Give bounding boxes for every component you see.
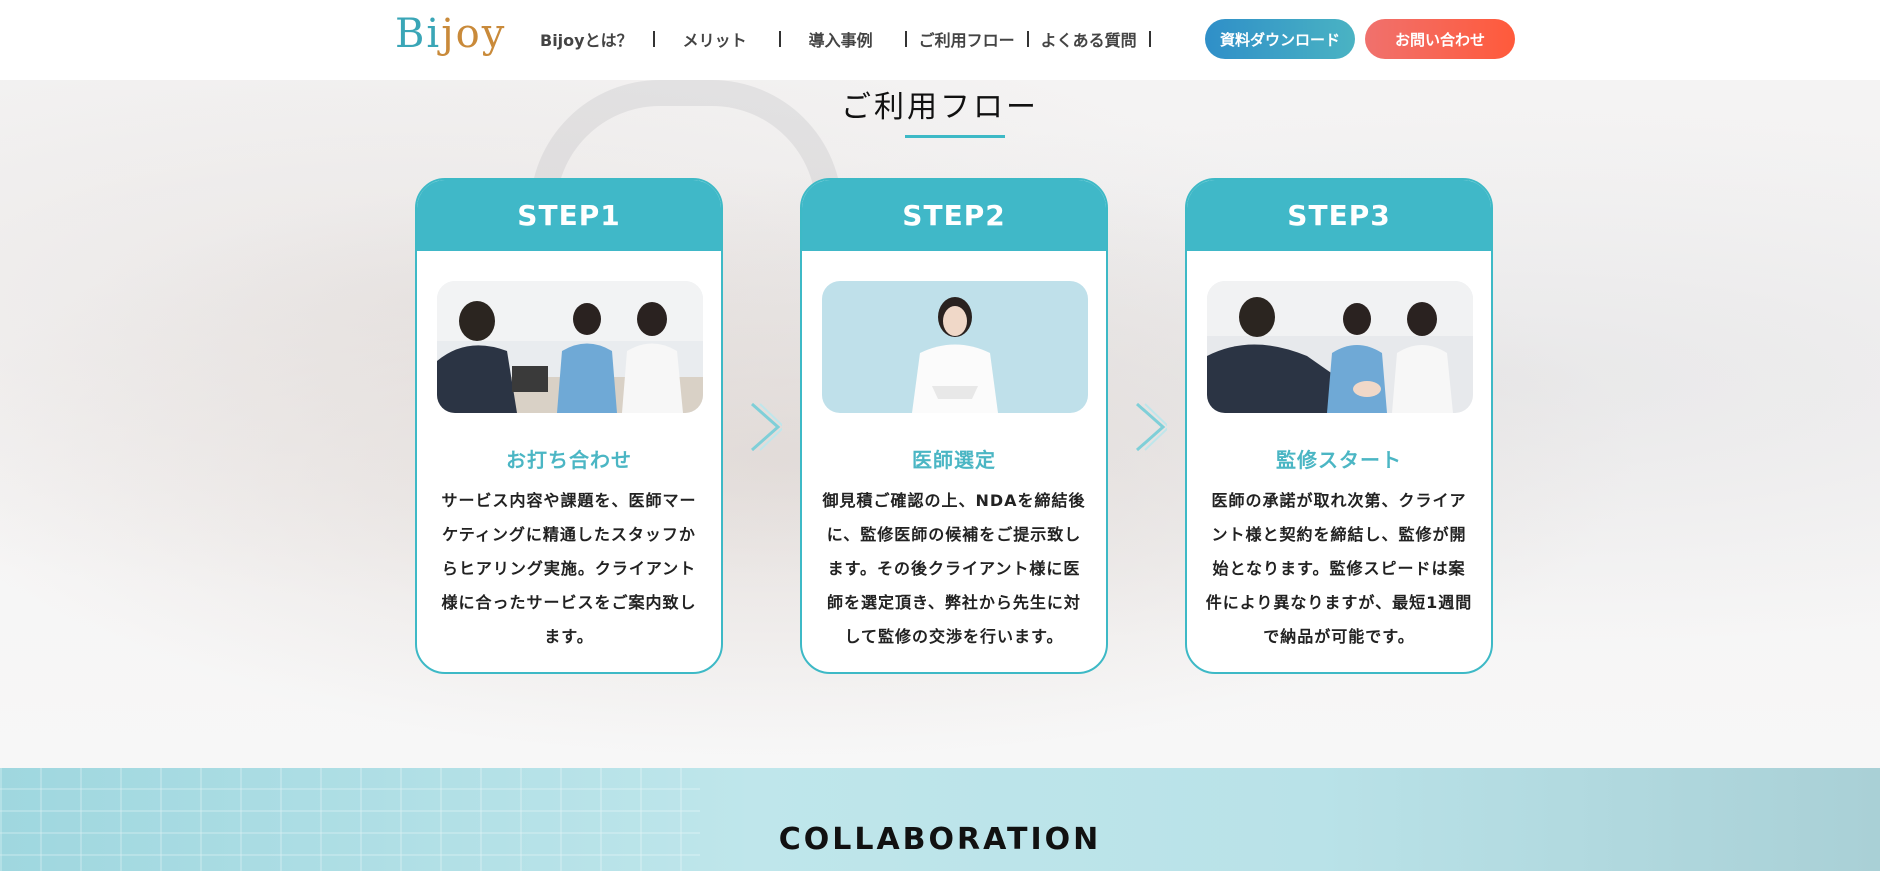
nav-item-merit[interactable]: メリット — [683, 27, 747, 51]
step-subtitle: お打ち合わせ — [506, 448, 632, 472]
nav-divider — [904, 31, 907, 47]
site-header: Bijoy Bijoyとは？ メリット 導入事例 ご利用フロー よくある質問 資… — [0, 0, 1880, 80]
doctor-photo — [822, 281, 1088, 413]
step-description: サービス内容や課題を、医師マーケティングに精通したスタッフからヒアリング実施。ク… — [441, 491, 697, 646]
nav-item-flow[interactable]: ご利用フロー — [919, 27, 1015, 51]
step-description: 医師の承諾が取れ次第、クライアント様と契約を締結し、監修が開始となります。監修ス… — [1205, 491, 1473, 646]
logo[interactable]: Bijoy — [395, 6, 507, 62]
nav-item-faq[interactable]: よくある質問 — [1041, 27, 1137, 51]
download-button[interactable]: 資料ダウンロード — [1205, 19, 1355, 59]
step-description: 御見積ご確認の上、NDAを締結後に、監修医師の候補をご提示致します。その後クライ… — [822, 491, 1086, 646]
nav-divider — [778, 31, 781, 47]
chevron-right-icon — [1136, 402, 1167, 452]
nav-item-about[interactable]: Bijoyとは？ — [540, 27, 633, 51]
step-label: STEP1 — [417, 180, 721, 251]
step-card-3: STEP3 監修スタート 医師の承諾が取れ次第、クライアント様と契約を締結し、監… — [1185, 178, 1493, 674]
step-subtitle: 医師選定 — [912, 448, 996, 472]
logo-text: Bijoy — [395, 11, 507, 57]
handshake-photo — [1207, 281, 1473, 413]
title-underline — [905, 135, 1005, 138]
nav-divider — [1026, 31, 1029, 47]
step-label: STEP3 — [1187, 180, 1491, 251]
step-card-1: STEP1 お打ち合わせ サービス内容や課題を、医師マーケティングに精通したスタ… — [415, 178, 723, 674]
step-card-2: STEP2 医師選定 御見積ご確認の上、NDAを締結後に、監修医師の候補をご提示… — [800, 178, 1108, 674]
meeting-photo — [437, 281, 703, 413]
step-label: STEP2 — [802, 180, 1106, 251]
contact-button[interactable]: お問い合わせ — [1365, 19, 1515, 59]
main-nav: Bijoyとは？ メリット 導入事例 ご利用フロー よくある質問 — [540, 26, 1151, 52]
collaboration-title: COLLABORATION — [778, 822, 1102, 857]
nav-item-cases[interactable]: 導入事例 — [809, 27, 873, 51]
chevron-right-icon — [751, 402, 782, 452]
nav-divider — [1148, 31, 1151, 47]
step-subtitle: 監修スタート — [1276, 448, 1402, 472]
section-title: ご利用フロー — [841, 90, 1039, 125]
nav-divider — [652, 31, 655, 47]
